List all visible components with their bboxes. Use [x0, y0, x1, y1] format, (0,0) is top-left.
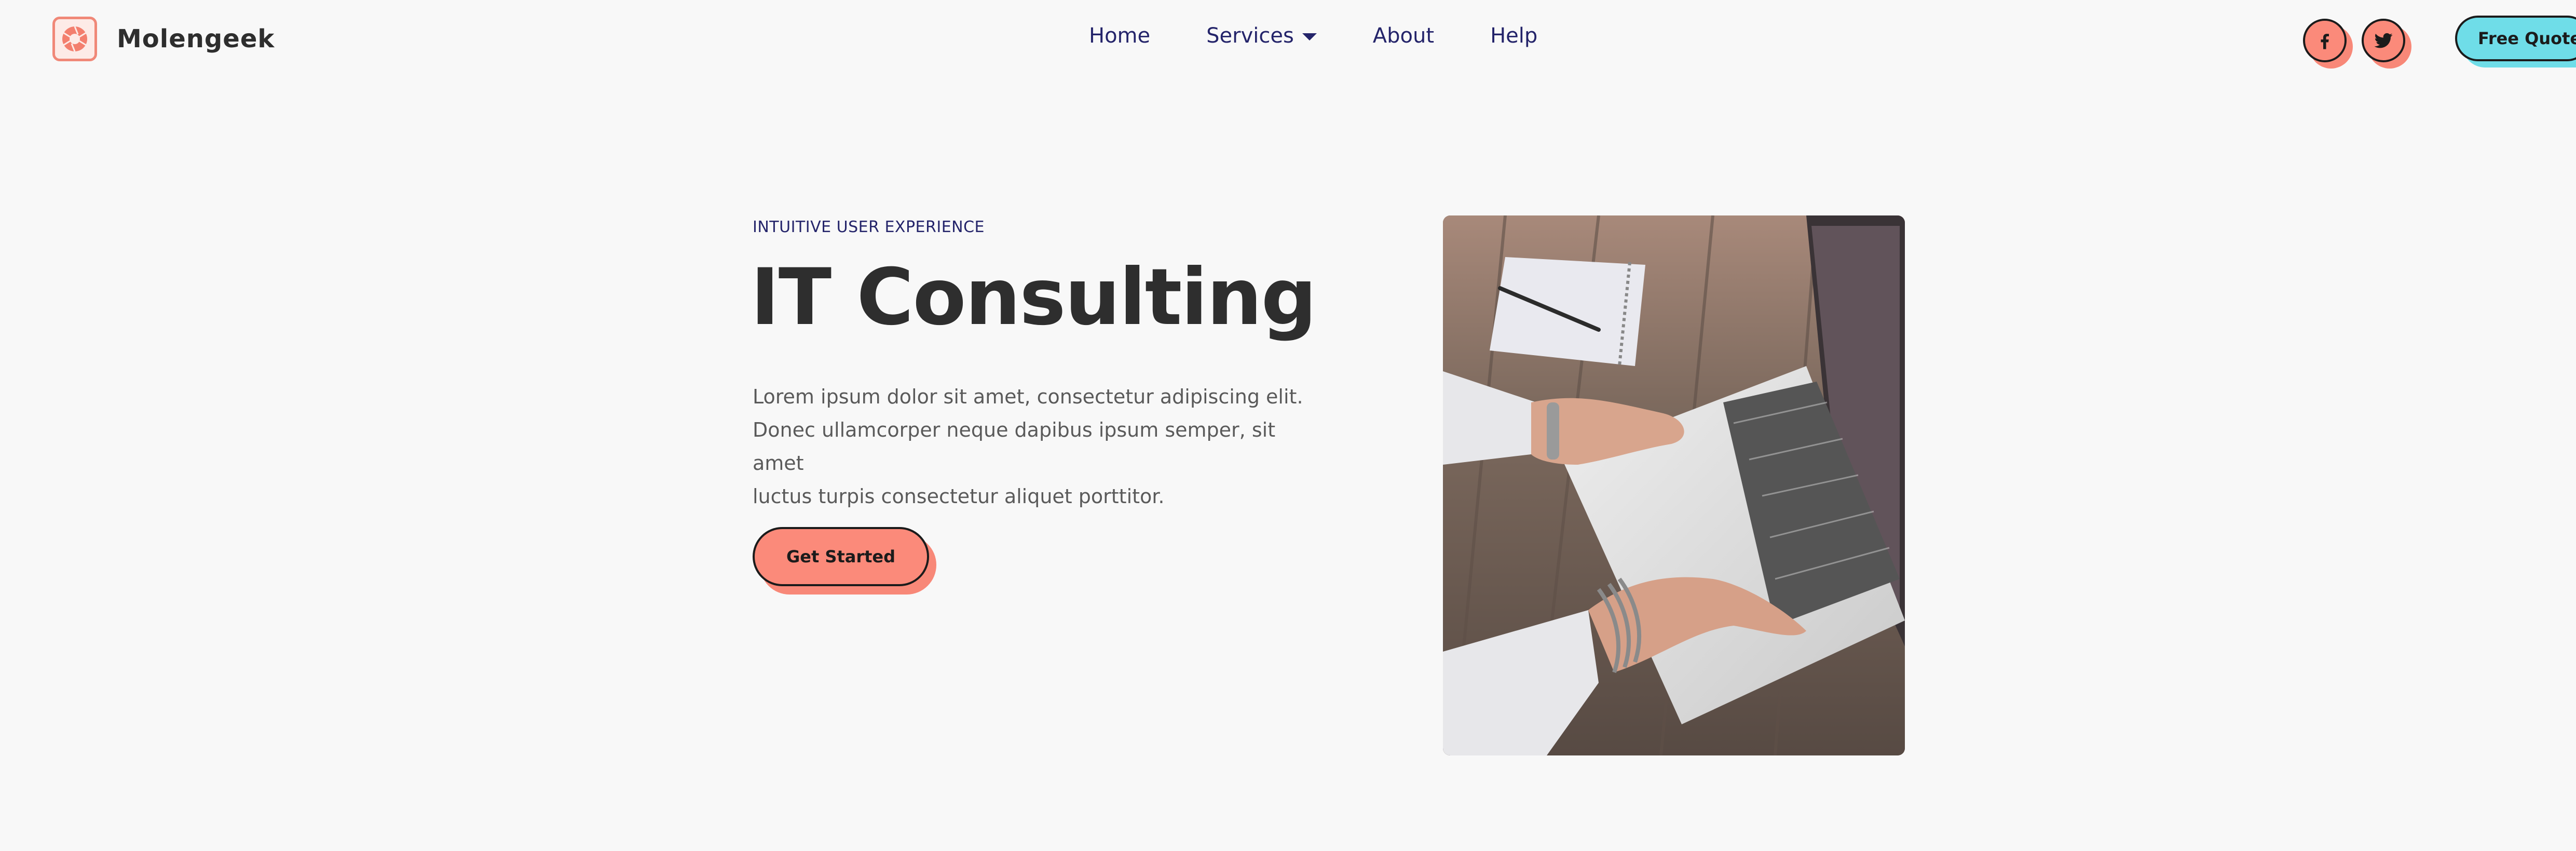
get-started-label: Get Started	[753, 527, 929, 586]
nav-item-home[interactable]: Home	[1089, 24, 1150, 48]
get-started-button[interactable]: Get Started	[753, 527, 936, 595]
brand-logo[interactable]: Molengeek	[52, 17, 275, 61]
main-nav: Home Services About Help	[1089, 24, 1537, 48]
hero-description: Lorem ipsum dolor sit amet, consectetur …	[753, 380, 1329, 513]
hero-image-laptop-typing	[1443, 215, 1905, 755]
nav-item-help[interactable]: Help	[1490, 24, 1537, 48]
nav-item-services-label: Services	[1206, 24, 1294, 48]
free-quote-label: Free Quote	[2455, 16, 2576, 61]
hero-description-line: Lorem ipsum dolor sit amet, consectetur …	[753, 385, 1303, 408]
hero-eyebrow: INTUITIVE USER EXPERIENCE	[753, 218, 985, 236]
facebook-icon	[2303, 19, 2347, 62]
twitter-icon	[2362, 19, 2405, 62]
aperture-logo-icon	[52, 17, 97, 61]
hero-title: IT Consulting	[751, 252, 1317, 343]
chevron-down-icon	[1302, 33, 1317, 40]
hero-description-line: luctus turpis consectetur aliquet portti…	[753, 485, 1165, 508]
nav-item-about[interactable]: About	[1373, 24, 1434, 48]
twitter-button[interactable]	[2362, 19, 2411, 69]
brand-name: Molengeek	[117, 24, 275, 53]
free-quote-button[interactable]: Free Quote	[2455, 16, 2576, 67]
facebook-button[interactable]	[2303, 19, 2353, 69]
nav-item-services[interactable]: Services	[1206, 24, 1317, 48]
hero-description-line: Donec ullamcorper neque dapibus ipsum se…	[753, 418, 1276, 475]
